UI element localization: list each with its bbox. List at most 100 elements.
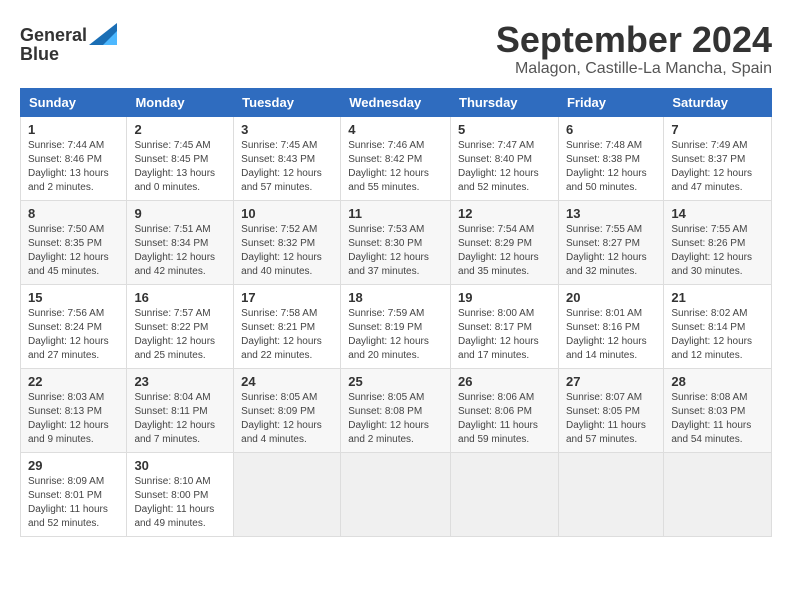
day-info: Sunrise: 8:05 AM Sunset: 8:08 PM Dayligh… [348, 391, 443, 447]
table-row: 6 Sunrise: 7:48 AM Sunset: 8:38 PM Daylig… [558, 116, 663, 200]
table-row: 15Sunrise: 7:56 AM Sunset: 8:24 PM Dayli… [21, 284, 127, 368]
day-number: 14 [671, 206, 764, 221]
table-row: 7 Sunrise: 7:49 AM Sunset: 8:37 PM Daylig… [664, 116, 772, 200]
title-area: September 2024 Malagon, Castille-La Manc… [496, 20, 772, 78]
table-row: 30 Sunrise: 8:10 AM Sunset: 8:00 PM Dayli… [127, 452, 234, 536]
day-info: Sunrise: 7:50 AM Sunset: 8:35 PM Dayligh… [28, 223, 119, 279]
table-row [341, 452, 451, 536]
day-number: 6 [566, 122, 656, 137]
table-row: 1 Sunrise: 7:44 AM Sunset: 8:46 PM Daylig… [21, 116, 127, 200]
table-row [664, 452, 772, 536]
day-info: Sunrise: 7:54 AM Sunset: 8:29 PM Dayligh… [458, 223, 551, 279]
month-title: September 2024 [496, 20, 772, 60]
col-saturday: Saturday [664, 88, 772, 116]
table-row: 8 Sunrise: 7:50 AM Sunset: 8:35 PM Daylig… [21, 200, 127, 284]
day-number: 3 [241, 122, 333, 137]
day-info: Sunrise: 7:55 AM Sunset: 8:26 PM Dayligh… [671, 223, 764, 279]
day-number: 15 [28, 290, 119, 305]
table-row: 20 Sunrise: 8:01 AM Sunset: 8:16 PM Dayli… [558, 284, 663, 368]
table-row: 5Sunrise: 7:47 AM Sunset: 8:40 PM Daylig… [451, 116, 559, 200]
day-info: Sunrise: 8:01 AM Sunset: 8:16 PM Dayligh… [566, 307, 656, 363]
table-row: 12 Sunrise: 7:54 AM Sunset: 8:29 PM Dayli… [451, 200, 559, 284]
day-info: Sunrise: 7:48 AM Sunset: 8:38 PM Dayligh… [566, 139, 656, 195]
day-number: 28 [671, 374, 764, 389]
day-info: Sunrise: 8:05 AM Sunset: 8:09 PM Dayligh… [241, 391, 333, 447]
page-header: General Blue September 2024 Malagon, Cas… [20, 20, 772, 78]
day-info: Sunrise: 8:08 AM Sunset: 8:03 PM Dayligh… [671, 391, 764, 447]
day-number: 17 [241, 290, 333, 305]
table-row: 22 Sunrise: 8:03 AM Sunset: 8:13 PM Dayli… [21, 368, 127, 452]
day-number: 10 [241, 206, 333, 221]
logo-text-general: General [20, 26, 87, 46]
table-row: 2 Sunrise: 7:45 AM Sunset: 8:45 PM Daylig… [127, 116, 234, 200]
table-row: 25 Sunrise: 8:05 AM Sunset: 8:08 PM Dayli… [341, 368, 451, 452]
day-number: 27 [566, 374, 656, 389]
logo: General Blue [20, 25, 119, 65]
day-number: 9 [134, 206, 226, 221]
day-number: 25 [348, 374, 443, 389]
day-number: 12 [458, 206, 551, 221]
day-number: 20 [566, 290, 656, 305]
day-info: Sunrise: 8:10 AM Sunset: 8:00 PM Dayligh… [134, 475, 226, 531]
calendar-week-1: 1 Sunrise: 7:44 AM Sunset: 8:46 PM Daylig… [21, 116, 772, 200]
day-number: 4 [348, 122, 443, 137]
col-tuesday: Tuesday [234, 88, 341, 116]
day-number: 1 [28, 122, 119, 137]
day-info: Sunrise: 8:09 AM Sunset: 8:01 PM Dayligh… [28, 475, 119, 531]
day-info: Sunrise: 8:07 AM Sunset: 8:05 PM Dayligh… [566, 391, 656, 447]
table-row: 23Sunrise: 8:04 AM Sunset: 8:11 PM Dayli… [127, 368, 234, 452]
table-row [234, 452, 341, 536]
calendar-week-2: 8 Sunrise: 7:50 AM Sunset: 8:35 PM Daylig… [21, 200, 772, 284]
table-row: 3Sunrise: 7:45 AM Sunset: 8:43 PM Daylig… [234, 116, 341, 200]
calendar-table: Sunday Monday Tuesday Wednesday Thursday… [20, 88, 772, 537]
day-info: Sunrise: 8:03 AM Sunset: 8:13 PM Dayligh… [28, 391, 119, 447]
day-info: Sunrise: 7:45 AM Sunset: 8:45 PM Dayligh… [134, 139, 226, 195]
day-info: Sunrise: 8:00 AM Sunset: 8:17 PM Dayligh… [458, 307, 551, 363]
col-thursday: Thursday [451, 88, 559, 116]
logo-text-blue: Blue [20, 45, 59, 65]
calendar-week-5: 29 Sunrise: 8:09 AM Sunset: 8:01 PM Dayli… [21, 452, 772, 536]
day-info: Sunrise: 8:02 AM Sunset: 8:14 PM Dayligh… [671, 307, 764, 363]
table-row: 16 Sunrise: 7:57 AM Sunset: 8:22 PM Dayli… [127, 284, 234, 368]
col-friday: Friday [558, 88, 663, 116]
day-info: Sunrise: 7:49 AM Sunset: 8:37 PM Dayligh… [671, 139, 764, 195]
day-number: 30 [134, 458, 226, 473]
calendar-week-4: 22 Sunrise: 8:03 AM Sunset: 8:13 PM Dayli… [21, 368, 772, 452]
day-info: Sunrise: 7:44 AM Sunset: 8:46 PM Dayligh… [28, 139, 119, 195]
day-info: Sunrise: 7:57 AM Sunset: 8:22 PM Dayligh… [134, 307, 226, 363]
table-row: 24 Sunrise: 8:05 AM Sunset: 8:09 PM Dayli… [234, 368, 341, 452]
table-row: 14 Sunrise: 7:55 AM Sunset: 8:26 PM Dayli… [664, 200, 772, 284]
table-row: 10 Sunrise: 7:52 AM Sunset: 8:32 PM Dayli… [234, 200, 341, 284]
day-number: 7 [671, 122, 764, 137]
day-number: 21 [671, 290, 764, 305]
day-info: Sunrise: 7:52 AM Sunset: 8:32 PM Dayligh… [241, 223, 333, 279]
table-row: 11Sunrise: 7:53 AM Sunset: 8:30 PM Dayli… [341, 200, 451, 284]
table-row: 28 Sunrise: 8:08 AM Sunset: 8:03 PM Dayli… [664, 368, 772, 452]
table-row: 26Sunrise: 8:06 AM Sunset: 8:06 PM Dayli… [451, 368, 559, 452]
day-number: 19 [458, 290, 551, 305]
day-number: 11 [348, 206, 443, 221]
day-info: Sunrise: 8:04 AM Sunset: 8:11 PM Dayligh… [134, 391, 226, 447]
day-info: Sunrise: 7:58 AM Sunset: 8:21 PM Dayligh… [241, 307, 333, 363]
table-row [558, 452, 663, 536]
col-monday: Monday [127, 88, 234, 116]
day-number: 16 [134, 290, 226, 305]
day-number: 29 [28, 458, 119, 473]
location-title: Malagon, Castille-La Mancha, Spain [496, 60, 772, 78]
day-number: 8 [28, 206, 119, 221]
table-row: 18Sunrise: 7:59 AM Sunset: 8:19 PM Dayli… [341, 284, 451, 368]
table-row: 9 Sunrise: 7:51 AM Sunset: 8:34 PM Daylig… [127, 200, 234, 284]
day-number: 18 [348, 290, 443, 305]
day-info: Sunrise: 7:51 AM Sunset: 8:34 PM Dayligh… [134, 223, 226, 279]
table-row: 29 Sunrise: 8:09 AM Sunset: 8:01 PM Dayli… [21, 452, 127, 536]
day-info: Sunrise: 7:55 AM Sunset: 8:27 PM Dayligh… [566, 223, 656, 279]
logo-icon [89, 23, 117, 45]
day-number: 26 [458, 374, 551, 389]
day-info: Sunrise: 7:46 AM Sunset: 8:42 PM Dayligh… [348, 139, 443, 195]
table-row: 27 Sunrise: 8:07 AM Sunset: 8:05 PM Dayli… [558, 368, 663, 452]
col-wednesday: Wednesday [341, 88, 451, 116]
day-number: 22 [28, 374, 119, 389]
day-number: 2 [134, 122, 226, 137]
day-number: 24 [241, 374, 333, 389]
day-number: 13 [566, 206, 656, 221]
